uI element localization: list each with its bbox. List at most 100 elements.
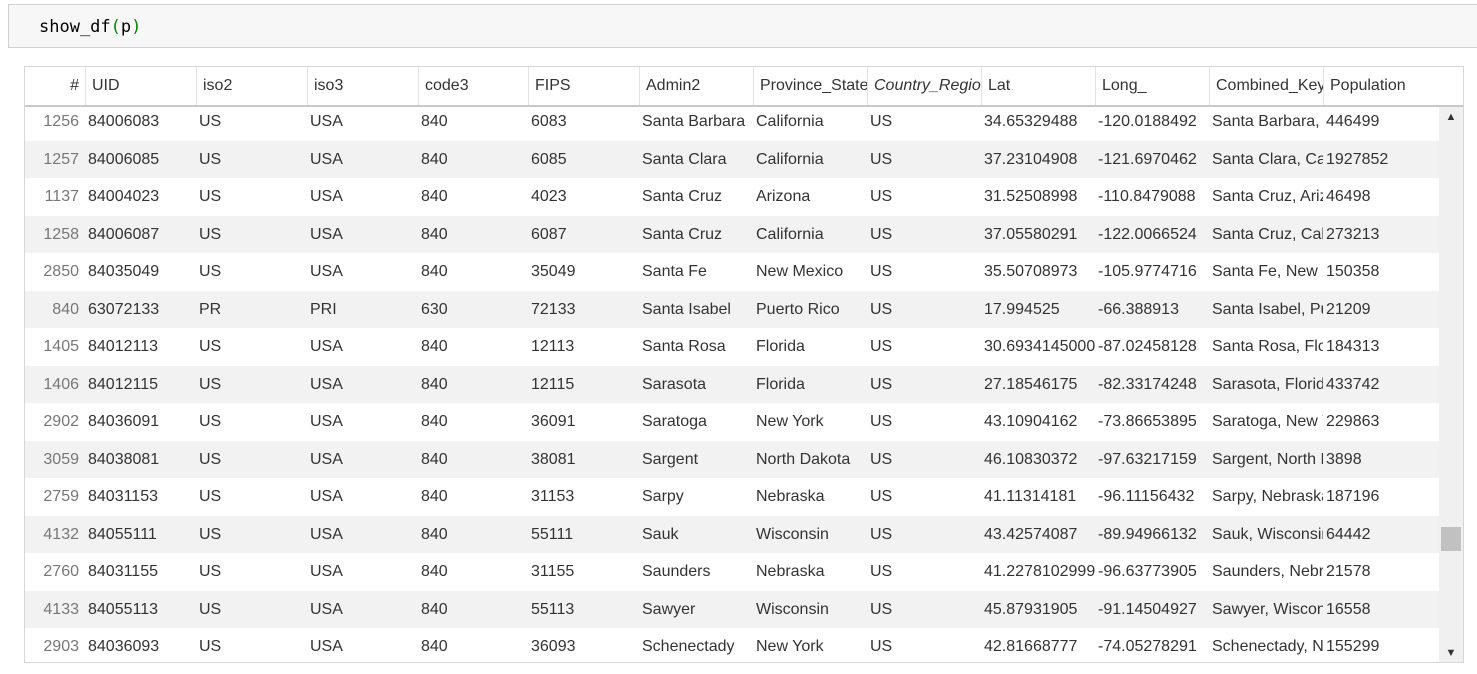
table-cell[interactable]: USA [307, 216, 418, 254]
row-index[interactable]: 3059 [25, 441, 85, 479]
table-cell[interactable]: PRI [307, 291, 418, 329]
table-cell[interactable]: -87.02458128 [1095, 328, 1209, 366]
table-cell[interactable]: 45.87931905 [981, 591, 1095, 629]
table-cell[interactable]: 84004023 [85, 178, 196, 216]
table-cell[interactable]: Puerto Rico [753, 291, 867, 329]
table-cell[interactable]: US [196, 553, 307, 591]
table-cell[interactable]: Nebraska [753, 553, 867, 591]
table-cell[interactable]: Santa Barbara [639, 107, 753, 141]
table-cell[interactable]: 30.69341450000 [981, 328, 1095, 366]
table-cell[interactable]: US [867, 553, 981, 591]
table-cell[interactable]: US [867, 253, 981, 291]
table-cell[interactable]: -96.11156432 [1095, 478, 1209, 516]
table-cell[interactable]: 55113 [528, 591, 639, 629]
column-header[interactable]: UID [85, 67, 196, 105]
row-index[interactable]: 1405 [25, 328, 85, 366]
scroll-up-icon[interactable]: ▲ [1439, 107, 1463, 127]
table-cell[interactable]: Santa Rosa, Florida, US [1209, 328, 1323, 366]
table-cell[interactable]: 84055111 [85, 516, 196, 554]
table-cell[interactable]: Wisconsin [753, 516, 867, 554]
table-cell[interactable]: Santa Barbara, California, US [1209, 107, 1323, 141]
table-row[interactable]: 4132 84055111 US USA 840 55111 Sauk Wisconsin US… [25, 515, 1439, 554]
table-cell[interactable]: USA [307, 591, 418, 629]
table-cell[interactable]: California [753, 141, 867, 179]
table-cell[interactable]: 840 [418, 253, 528, 291]
table-cell[interactable]: 55111 [528, 516, 639, 554]
table-row[interactable]: 2902 84036091 US USA 840 36091 Saratoga New Yor… [25, 403, 1439, 441]
table-cell[interactable]: 41.11314181 [981, 478, 1095, 516]
table-cell[interactable]: US [196, 253, 307, 291]
table-cell[interactable]: 840 [418, 441, 528, 479]
table-cell[interactable]: USA [307, 366, 418, 404]
table-cell[interactable]: Santa Cruz [639, 216, 753, 254]
table-cell[interactable]: 17.994525 [981, 291, 1095, 329]
table-cell[interactable]: US [867, 478, 981, 516]
table-cell[interactable]: 31.52508998 [981, 178, 1095, 216]
table-cell[interactable]: US [196, 628, 307, 662]
table-cell[interactable]: US [867, 141, 981, 179]
table-cell[interactable]: 84006085 [85, 141, 196, 179]
table-cell[interactable]: -105.9774716 [1095, 253, 1209, 291]
table-cell[interactable]: -66.388913 [1095, 291, 1209, 329]
table-row[interactable]: 2759 84031153 US USA 840 31153 Sarpy Nebraska US… [25, 478, 1439, 516]
table-cell[interactable]: -110.8479088 [1095, 178, 1209, 216]
table-cell[interactable]: Santa Fe [639, 253, 753, 291]
table-cell[interactable]: 72133 [528, 291, 639, 329]
table-cell[interactable]: 3898 [1323, 441, 1439, 479]
table-cell[interactable]: Schenectady, New York, US [1209, 628, 1323, 662]
table-cell[interactable]: US [867, 403, 981, 441]
row-index[interactable]: 1137 [25, 178, 85, 216]
table-cell[interactable]: 12115 [528, 366, 639, 404]
table-cell[interactable]: Saratoga, New York, US [1209, 403, 1323, 441]
table-cell[interactable]: 840 [418, 216, 528, 254]
table-cell[interactable]: US [196, 107, 307, 141]
column-header[interactable]: iso2 [196, 67, 307, 105]
table-cell[interactable]: Santa Rosa [639, 328, 753, 366]
column-header[interactable]: Population [1323, 67, 1463, 105]
table-cell[interactable]: USA [307, 628, 418, 662]
table-cell[interactable]: US [196, 328, 307, 366]
table-cell[interactable]: 1927852 [1323, 141, 1439, 179]
table-cell[interactable]: US [867, 441, 981, 479]
table-cell[interactable]: 840 [418, 141, 528, 179]
table-cell[interactable]: Schenectady [639, 628, 753, 662]
table-cell[interactable]: Saratoga [639, 403, 753, 441]
column-header[interactable]: FIPS [528, 67, 639, 105]
table-cell[interactable]: 27.18546175 [981, 366, 1095, 404]
code-input[interactable]: show_df(p) [39, 17, 141, 37]
table-cell[interactable]: Florida [753, 328, 867, 366]
table-cell[interactable]: -122.0066524 [1095, 216, 1209, 254]
table-cell[interactable]: Saunders, Nebraska, US [1209, 553, 1323, 591]
table-cell[interactable]: USA [307, 107, 418, 141]
table-cell[interactable]: 229863 [1323, 403, 1439, 441]
table-cell[interactable]: 84036091 [85, 403, 196, 441]
table-cell[interactable]: -97.63217159 [1095, 441, 1209, 479]
table-cell[interactable]: 31153 [528, 478, 639, 516]
table-cell[interactable]: 446499 [1323, 107, 1439, 141]
table-cell[interactable]: US [196, 178, 307, 216]
table-cell[interactable]: Santa Clara, California, US [1209, 141, 1323, 179]
table-cell[interactable]: 840 [418, 107, 528, 141]
table-cell[interactable]: Sarpy, Nebraska, US [1209, 478, 1323, 516]
table-cell[interactable]: US [867, 516, 981, 554]
table-cell[interactable]: 4023 [528, 178, 639, 216]
table-cell[interactable]: New York [753, 403, 867, 441]
table-cell[interactable]: 36093 [528, 628, 639, 662]
table-row[interactable]: 2760 84031155 US USA 840 31155 Saunders Nebrask… [25, 553, 1439, 591]
table-cell[interactable]: 34.65329488 [981, 107, 1095, 141]
column-header[interactable]: Long_ [1095, 67, 1209, 105]
table-cell[interactable]: US [196, 591, 307, 629]
table-cell[interactable]: 84006083 [85, 107, 196, 141]
row-index[interactable]: 2903 [25, 628, 85, 662]
table-cell[interactable]: 840 [418, 628, 528, 662]
table-cell[interactable]: US [196, 478, 307, 516]
table-row[interactable]: 3059 84038081 US USA 840 38081 Sargent North Da… [25, 440, 1439, 479]
table-cell[interactable]: 38081 [528, 441, 639, 479]
table-cell[interactable]: US [196, 216, 307, 254]
table-cell[interactable]: California [753, 107, 867, 141]
table-cell[interactable]: -82.33174248 [1095, 366, 1209, 404]
table-cell[interactable]: 31155 [528, 553, 639, 591]
table-cell[interactable]: US [867, 366, 981, 404]
table-cell[interactable]: 84055113 [85, 591, 196, 629]
table-cell[interactable]: 84035049 [85, 253, 196, 291]
